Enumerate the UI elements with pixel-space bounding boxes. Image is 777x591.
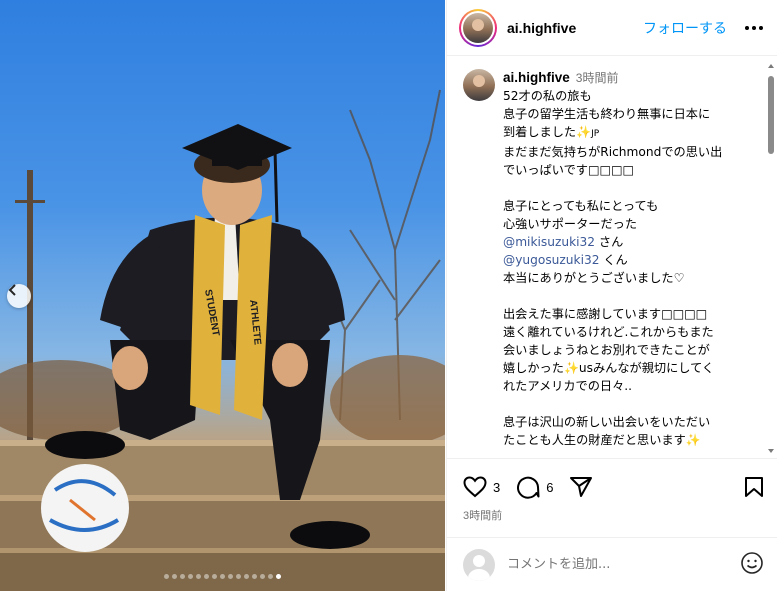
- carousel-dot: [204, 574, 209, 579]
- carousel-dot: [188, 574, 193, 579]
- scroll-thumb[interactable]: [768, 76, 774, 154]
- carousel-dot: [260, 574, 265, 579]
- mention-link[interactable]: @yugosuzuki32: [503, 253, 599, 267]
- emoji-button[interactable]: [740, 551, 764, 579]
- caption-avatar[interactable]: [463, 69, 495, 101]
- heart-icon: [463, 476, 487, 498]
- carousel-dot: [276, 574, 281, 579]
- carousel-prev-button[interactable]: [7, 284, 31, 308]
- caption-line: 息子にとっても私にとっても: [503, 199, 659, 213]
- smiley-face-icon: [741, 551, 763, 574]
- post-timestamp: 3時間前: [463, 510, 503, 522]
- comment-bar: [447, 537, 777, 591]
- comment-bubble-icon: [517, 476, 540, 499]
- sparkle-emoji-icon: ✨: [685, 433, 701, 447]
- carousel-dot: [252, 574, 257, 579]
- carousel-dot: [228, 574, 233, 579]
- caption-line: 出会えた事に感謝しています: [503, 307, 662, 321]
- post-side-panel: ai.highfive フォローする ai.highfive 3時間前 52才の私…: [446, 0, 777, 591]
- save-button[interactable]: [744, 476, 764, 498]
- caption-line: 息子は沢山の新しい出会いをいただい: [503, 415, 711, 429]
- graduation-photo: STUDENT ATHLETE: [0, 89, 445, 591]
- caption-line: 心強いサポーターだった: [503, 217, 638, 231]
- post-header: ai.highfive フォローする: [447, 0, 777, 56]
- share-button[interactable]: [569, 476, 593, 498]
- caption-line: さん: [598, 235, 624, 249]
- caption-body: ai.highfive 3時間前 52才の私の旅も 息子の留学生活も終わり無事に日…: [503, 69, 753, 449]
- bookmark-icon: [745, 477, 763, 497]
- carousel-dot: [236, 574, 241, 579]
- caption-scrollbar[interactable]: [767, 60, 775, 455]
- like-count: 3: [493, 479, 501, 495]
- header-username[interactable]: ai.highfive: [507, 20, 576, 36]
- caption-line: 到着しました: [503, 125, 577, 139]
- caption-line: たことも人生の財産だと思います: [503, 433, 686, 447]
- comment-input[interactable]: [507, 557, 732, 572]
- sparkle-emoji-icon: ✨: [563, 361, 579, 375]
- carousel-dot: [220, 574, 225, 579]
- caption-line: まだまだ気持ちがRichmondでの思い出: [503, 145, 723, 159]
- sparkle-emoji-icon: ✨: [576, 125, 592, 139]
- carousel-indicator: [0, 574, 445, 579]
- avatar: [463, 12, 493, 43]
- caption-line: 会いましょうねとお別れできたことが: [503, 343, 710, 357]
- mention-link[interactable]: @mikisuzuki32: [503, 235, 595, 249]
- more-horizontal-icon: [745, 25, 749, 30]
- caption-line: 52才の私の旅も: [503, 89, 592, 103]
- more-options-button[interactable]: [745, 25, 763, 30]
- send-plane-icon: [570, 477, 593, 497]
- post-actions: 3 6 3時間前: [447, 458, 777, 536]
- caption-line: 嬉しかった: [503, 361, 564, 375]
- caption-line: 息子の留学生活も終わり無事に日本に: [503, 107, 711, 121]
- story-ring[interactable]: [459, 8, 497, 47]
- jp-flag-icon: JP: [591, 129, 600, 139]
- carousel-dot: [212, 574, 217, 579]
- comment-button[interactable]: 6: [516, 475, 553, 499]
- caption-username[interactable]: ai.highfive: [503, 70, 570, 85]
- like-button[interactable]: 3: [463, 476, 500, 498]
- carousel-dot: [172, 574, 177, 579]
- comment-count: 6: [546, 479, 554, 495]
- caption-time: 3時間前: [575, 71, 619, 85]
- caption-line: れたアメリカでの日々..: [503, 379, 633, 393]
- carousel-dot: [196, 574, 201, 579]
- scroll-down-arrow-icon[interactable]: [768, 449, 774, 453]
- caption-line: くん: [603, 253, 628, 267]
- follow-button[interactable]: フォローする: [643, 18, 727, 38]
- avatar: [463, 548, 495, 581]
- carousel-dot: [164, 574, 169, 579]
- caption-line: 遠く離れているけれど.これからもまた: [503, 325, 714, 339]
- chevron-left-icon: [8, 284, 16, 296]
- emoji-placeholder: □□□□: [587, 163, 635, 177]
- caption-line: でいっぱいです: [503, 163, 588, 177]
- carousel-dot: [268, 574, 273, 579]
- caption-area: ai.highfive 3時間前 52才の私の旅も 息子の留学生活も終わり無事に日…: [447, 57, 777, 457]
- carousel-dot: [244, 574, 249, 579]
- scroll-up-arrow-icon[interactable]: [768, 64, 774, 68]
- post-photo: STUDENT ATHLETE: [0, 0, 445, 591]
- caption-line: usみんなが親切にしてく: [578, 361, 715, 375]
- emoji-placeholder: □□□□: [661, 307, 708, 321]
- caption-line: 本当にありがとうございました♡: [503, 271, 685, 285]
- carousel-dot: [180, 574, 185, 579]
